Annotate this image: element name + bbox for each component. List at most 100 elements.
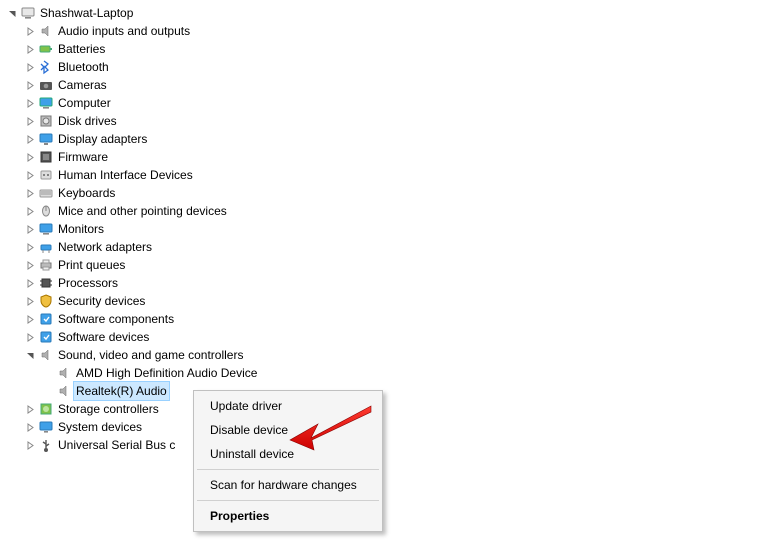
tree-item[interactable]: Audio inputs and outputs xyxy=(4,22,775,40)
menu-separator xyxy=(197,500,379,501)
menu-uninstall-device[interactable]: Uninstall device xyxy=(196,442,380,466)
chevron-right-icon[interactable] xyxy=(22,239,38,255)
printer-icon xyxy=(38,257,54,273)
tree-item-sound[interactable]: Sound, video and game controllers xyxy=(4,346,775,364)
tree-item[interactable]: Keyboards xyxy=(4,184,775,202)
menu-disable-device[interactable]: Disable device xyxy=(196,418,380,442)
tree-item-label: Security devices xyxy=(58,292,145,310)
chevron-right-icon[interactable] xyxy=(22,131,38,147)
chevron-right-icon[interactable] xyxy=(22,149,38,165)
tree-item-label: Mice and other pointing devices xyxy=(58,202,227,220)
tree-item-label: Firmware xyxy=(58,148,108,166)
tree-item[interactable]: Firmware xyxy=(4,148,775,166)
device-tree: Shashwat-Laptop Audio inputs and outputs… xyxy=(0,0,775,454)
tree-item-label: Batteries xyxy=(58,40,105,58)
speaker-icon xyxy=(56,365,72,381)
tree-item[interactable]: Monitors xyxy=(4,220,775,238)
tree-root[interactable]: Shashwat-Laptop xyxy=(4,4,775,22)
tree-item-label: Print queues xyxy=(58,256,125,274)
tree-item-label: Human Interface Devices xyxy=(58,166,193,184)
tree-item[interactable]: Software components xyxy=(4,310,775,328)
hid-icon xyxy=(38,167,54,183)
software-icon xyxy=(38,311,54,327)
tree-item[interactable]: Mice and other pointing devices xyxy=(4,202,775,220)
computer-root-icon xyxy=(20,5,36,21)
usb-icon xyxy=(38,437,54,453)
speaker-icon xyxy=(38,23,54,39)
tree-item-label: Sound, video and game controllers xyxy=(58,346,243,364)
tree-item[interactable]: Processors xyxy=(4,274,775,292)
tree-item[interactable]: Display adapters xyxy=(4,130,775,148)
tree-item[interactable]: Human Interface Devices xyxy=(4,166,775,184)
tree-item-label: Cameras xyxy=(58,76,107,94)
tree-item-label: Keyboards xyxy=(58,184,115,202)
speaker-icon xyxy=(56,383,72,399)
tree-item-label: Monitors xyxy=(58,220,104,238)
chevron-right-icon[interactable] xyxy=(22,437,38,453)
tree-item[interactable]: System devices xyxy=(4,418,775,436)
tree-item[interactable]: Software devices xyxy=(4,328,775,346)
tree-item[interactable]: Batteries xyxy=(4,40,775,58)
chevron-right-icon[interactable] xyxy=(22,185,38,201)
menu-separator xyxy=(197,469,379,470)
speaker-icon xyxy=(38,347,54,363)
context-menu: Update driver Disable device Uninstall d… xyxy=(193,390,383,532)
menu-properties[interactable]: Properties xyxy=(196,504,380,528)
tree-item-label: Bluetooth xyxy=(58,58,109,76)
tree-item[interactable]: Bluetooth xyxy=(4,58,775,76)
tree-item-label: AMD High Definition Audio Device xyxy=(76,364,257,382)
tree-item-label-selected: Realtek(R) Audio xyxy=(73,381,170,401)
tree-item-label: Software components xyxy=(58,310,174,328)
bluetooth-icon xyxy=(38,59,54,75)
tree-item-label: Audio inputs and outputs xyxy=(58,22,190,40)
menu-scan-hardware[interactable]: Scan for hardware changes xyxy=(196,473,380,497)
tree-item-label: System devices xyxy=(58,418,142,436)
chevron-right-icon[interactable] xyxy=(22,59,38,75)
monitor-icon xyxy=(38,221,54,237)
chevron-right-icon[interactable] xyxy=(22,113,38,129)
menu-update-driver[interactable]: Update driver xyxy=(196,394,380,418)
tree-item-label: Storage controllers xyxy=(58,400,159,418)
spacer xyxy=(40,365,56,381)
tree-item[interactable]: Cameras xyxy=(4,76,775,94)
chevron-right-icon[interactable] xyxy=(22,95,38,111)
chevron-right-icon[interactable] xyxy=(22,203,38,219)
chevron-down-icon[interactable] xyxy=(22,347,38,363)
chevron-right-icon[interactable] xyxy=(22,23,38,39)
chevron-right-icon[interactable] xyxy=(22,167,38,183)
chevron-down-icon[interactable] xyxy=(4,5,20,21)
software-icon xyxy=(38,329,54,345)
chevron-right-icon[interactable] xyxy=(22,221,38,237)
spacer xyxy=(40,383,56,399)
tree-item[interactable]: Network adapters xyxy=(4,238,775,256)
chevron-right-icon[interactable] xyxy=(22,329,38,345)
chevron-right-icon[interactable] xyxy=(22,419,38,435)
tree-item-amd-audio[interactable]: AMD High Definition Audio Device xyxy=(4,364,775,382)
keyboard-icon xyxy=(38,185,54,201)
chevron-right-icon[interactable] xyxy=(22,41,38,57)
mouse-icon xyxy=(38,203,54,219)
chevron-right-icon[interactable] xyxy=(22,77,38,93)
tree-item-realtek-audio[interactable]: Realtek(R) Audio xyxy=(4,382,775,400)
chevron-right-icon[interactable] xyxy=(22,401,38,417)
display-icon xyxy=(38,131,54,147)
tree-item[interactable]: Computer xyxy=(4,94,775,112)
tree-item-label: Network adapters xyxy=(58,238,152,256)
tree-item[interactable]: Storage controllers xyxy=(4,400,775,418)
tree-item[interactable]: Print queues xyxy=(4,256,775,274)
processor-icon xyxy=(38,275,54,291)
chevron-right-icon[interactable] xyxy=(22,275,38,291)
tree-item-label: Disk drives xyxy=(58,112,117,130)
tree-item-label: Universal Serial Bus c xyxy=(58,436,175,454)
camera-icon xyxy=(38,77,54,93)
computer-icon xyxy=(38,95,54,111)
battery-icon xyxy=(38,41,54,57)
tree-root-label: Shashwat-Laptop xyxy=(40,4,133,22)
firmware-icon xyxy=(38,149,54,165)
tree-item[interactable]: Security devices xyxy=(4,292,775,310)
chevron-right-icon[interactable] xyxy=(22,311,38,327)
chevron-right-icon[interactable] xyxy=(22,293,38,309)
tree-item[interactable]: Disk drives xyxy=(4,112,775,130)
chevron-right-icon[interactable] xyxy=(22,257,38,273)
tree-item[interactable]: Universal Serial Bus c xyxy=(4,436,775,454)
